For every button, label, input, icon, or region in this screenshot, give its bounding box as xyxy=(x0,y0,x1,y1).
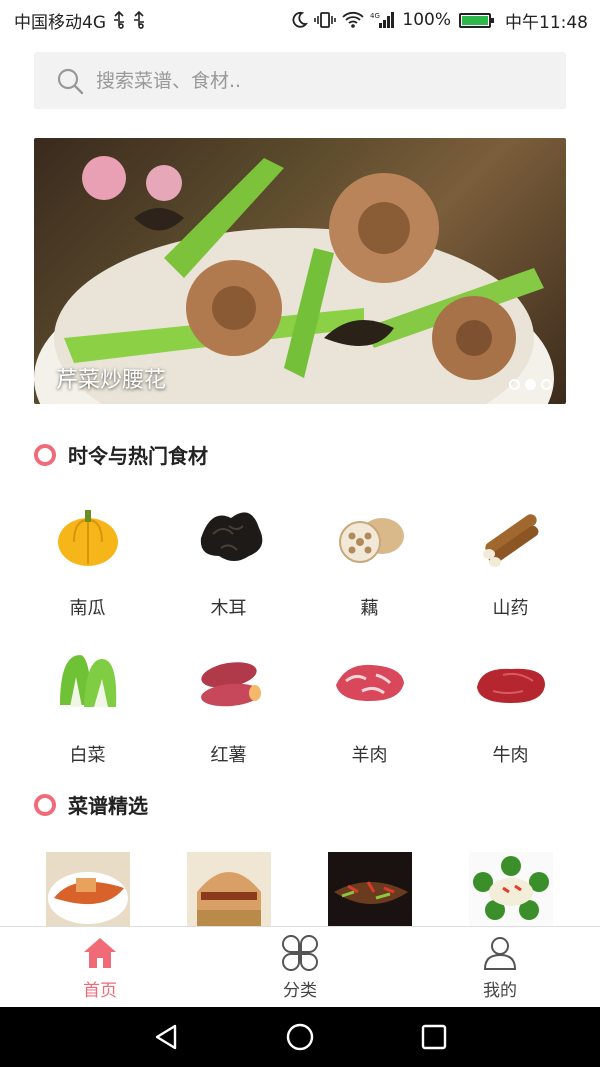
recipe-thumbnail xyxy=(45,852,130,926)
carousel-indicator xyxy=(509,379,552,390)
ingredient-label: 红薯 xyxy=(210,745,247,766)
recipe-list xyxy=(0,852,600,926)
ingredient-label: 南瓜 xyxy=(69,598,106,619)
recents-button[interactable] xyxy=(417,1020,451,1054)
ingredient-item-wood-ear[interactable]: 木耳 xyxy=(158,490,299,637)
ingredient-item-yam[interactable]: 山药 xyxy=(440,490,581,637)
recipe-card[interactable] xyxy=(17,852,158,926)
tab-label: 首页 xyxy=(83,980,117,1001)
ingredient-item-pumpkin[interactable]: 南瓜 xyxy=(17,490,158,637)
usb-icon xyxy=(112,11,126,29)
ingredient-label: 山药 xyxy=(492,598,529,619)
ingredient-item-sweet-potato[interactable]: 红薯 xyxy=(158,637,299,784)
carousel-dot-active[interactable] xyxy=(525,379,536,390)
tab-category[interactable]: 分类 xyxy=(200,927,400,1007)
banner-caption: 芹菜炒腰花 xyxy=(56,368,167,393)
wood-ear-icon xyxy=(200,512,262,561)
category-icon xyxy=(282,934,318,971)
section-seasonal-header: 时令与热门食材 xyxy=(34,440,208,469)
search-input[interactable] xyxy=(94,68,538,93)
circle-home-icon xyxy=(286,1023,314,1051)
yam-icon xyxy=(482,514,538,567)
banner-carousel[interactable]: 芹菜炒腰花 xyxy=(34,138,566,404)
recipe-thumbnail xyxy=(186,852,271,926)
bottom-tab-bar: 首页 分类 我的 xyxy=(0,926,600,1007)
ingredient-item-beef[interactable]: 牛肉 xyxy=(440,637,581,784)
section-recipes-title: 菜谱精选 xyxy=(68,794,148,818)
vibrate-icon xyxy=(314,11,337,29)
sweet-potato-icon xyxy=(200,662,261,707)
system-nav-bar xyxy=(0,1007,600,1067)
profile-icon xyxy=(483,936,517,970)
ingredient-label: 牛肉 xyxy=(492,745,529,766)
ingredient-grid: 南瓜 木耳 藕 山药 白菜 红薯 羊肉 牛肉 xyxy=(0,490,600,784)
lotus-root-icon xyxy=(338,518,404,563)
battery-percent: 100% xyxy=(402,10,451,30)
clock: 中午11:48 xyxy=(505,12,588,33)
section-recipes-header: 菜谱精选 xyxy=(34,790,148,819)
home-nav-button[interactable] xyxy=(283,1020,317,1054)
back-icon xyxy=(155,1024,177,1050)
status-bar: 中国移动4G 4G 100% 中午11:48 xyxy=(0,0,600,40)
recipe-thumbnail xyxy=(468,852,553,926)
ingredient-label: 木耳 xyxy=(210,598,247,619)
ingredient-item-cabbage[interactable]: 白菜 xyxy=(17,637,158,784)
square-recents-icon xyxy=(421,1024,447,1050)
ingredient-label: 羊肉 xyxy=(351,745,388,766)
recipe-card[interactable] xyxy=(158,852,299,926)
recipe-card[interactable] xyxy=(299,852,440,926)
battery-icon xyxy=(459,12,494,28)
tab-label: 分类 xyxy=(283,980,317,1001)
section-seasonal-title: 时令与热门食材 xyxy=(68,444,208,468)
ingredient-label: 藕 xyxy=(360,598,379,619)
tab-label: 我的 xyxy=(483,980,517,1001)
ingredient-item-lamb[interactable]: 羊肉 xyxy=(299,637,440,784)
tab-profile[interactable]: 我的 xyxy=(400,927,600,1007)
pumpkin-icon xyxy=(57,510,118,566)
back-button[interactable] xyxy=(149,1020,183,1054)
search-icon xyxy=(57,68,84,94)
lamb-icon xyxy=(335,664,404,701)
carrier-label: 中国移动4G xyxy=(14,12,106,33)
search-bar[interactable] xyxy=(34,52,566,109)
ingredient-item-lotus-root[interactable]: 藕 xyxy=(299,490,440,637)
section-marker-icon xyxy=(34,443,56,466)
wifi-icon xyxy=(342,11,365,29)
recipe-thumbnail xyxy=(327,852,412,926)
section-marker-icon xyxy=(34,793,56,816)
moon-icon xyxy=(290,11,309,29)
carousel-dot[interactable] xyxy=(541,379,552,390)
ingredient-label: 白菜 xyxy=(69,745,106,766)
cabbage-icon xyxy=(59,655,116,707)
signal-icon: 4G xyxy=(370,11,396,29)
beef-icon xyxy=(476,668,545,703)
recipe-card[interactable] xyxy=(440,852,581,926)
home-icon xyxy=(84,937,116,968)
usb-debug-icon xyxy=(132,11,146,29)
tab-home[interactable]: 首页 xyxy=(0,927,200,1007)
carousel-dot[interactable] xyxy=(509,379,520,390)
svg-text:4G: 4G xyxy=(370,12,380,20)
